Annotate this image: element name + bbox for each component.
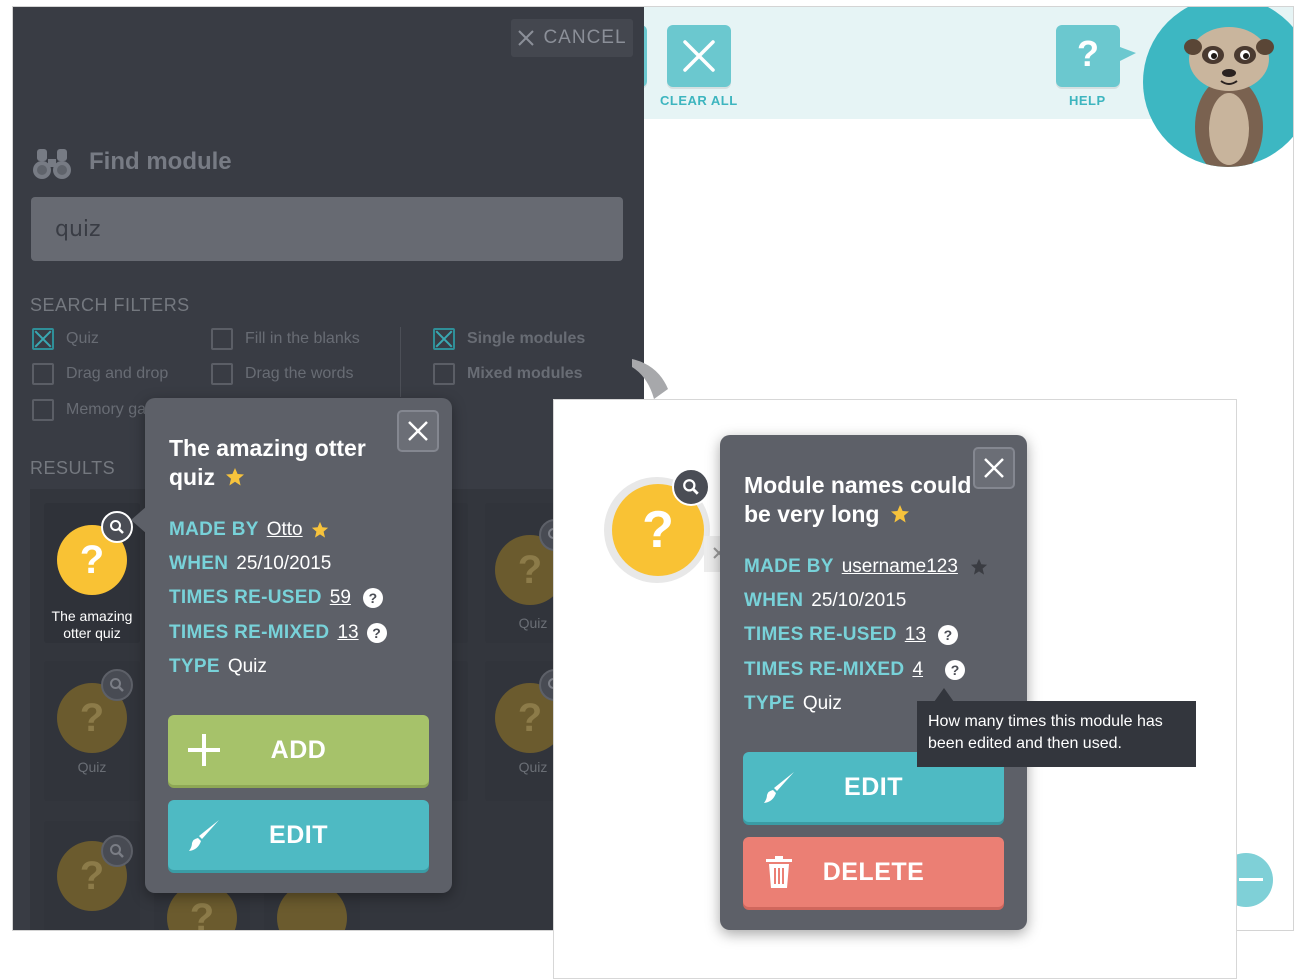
close-icon: [408, 421, 428, 441]
paintbrush-icon: [764, 772, 794, 803]
cancel-button[interactable]: CANCEL: [511, 19, 633, 57]
star-icon[interactable]: [890, 504, 910, 524]
trash-icon: [766, 856, 792, 888]
times-remixed-row: TIMES RE-MIXED 4 ?: [744, 659, 966, 681]
close-button[interactable]: [397, 410, 439, 452]
filter-single-modules[interactable]: Single modules: [433, 328, 585, 350]
checkbox[interactable]: [433, 363, 455, 385]
edit-button[interactable]: EDIT: [168, 800, 429, 870]
author-link[interactable]: Otto: [267, 519, 303, 541]
popup-title: Module names could be very long: [744, 472, 972, 527]
module-details-popup-2: Module names could be very long MADE BY …: [720, 435, 1027, 930]
filter-fill-in-the-blanks[interactable]: Fill in the blanks: [211, 328, 360, 350]
times-reused-row: TIMES RE-USED 13 ?: [744, 624, 958, 646]
magnifier-icon[interactable]: [101, 511, 133, 543]
popup-pointer: [131, 506, 147, 534]
results-heading: RESULTS: [30, 458, 116, 478]
checkbox[interactable]: [211, 363, 233, 385]
delete-button[interactable]: DELETE: [743, 837, 1004, 907]
popup-title: The amazing otter quiz: [169, 435, 366, 490]
star-icon: [311, 521, 328, 538]
star-icon: [970, 558, 988, 575]
help-question-icon: ?: [1077, 33, 1099, 74]
clear-all-button[interactable]: [667, 25, 731, 87]
close-icon: [984, 458, 1004, 478]
checkbox-checked[interactable]: [433, 328, 455, 350]
magnifier-icon[interactable]: [672, 468, 710, 506]
result-card-selected[interactable]: ? The amazing otter quiz: [44, 503, 140, 643]
author-link[interactable]: username123: [842, 556, 958, 578]
find-module-title: Find module: [89, 148, 232, 175]
times-reused-row: TIMES RE-USED 59 ?: [169, 587, 383, 609]
binoculars-icon: [33, 149, 71, 179]
filter-quiz[interactable]: Quiz: [32, 328, 99, 350]
times-remixed-row: TIMES RE-MIXED 13 ?: [169, 622, 387, 644]
filter-memory-game[interactable]: Memory ga: [32, 399, 146, 421]
checkbox-checked[interactable]: [32, 328, 54, 350]
cancel-label: CANCEL: [543, 27, 627, 48]
add-button[interactable]: ADD: [168, 715, 429, 785]
magnifier-icon[interactable]: [101, 835, 133, 867]
pointer-arrow-icon: [632, 359, 668, 399]
plus-icon: [188, 734, 220, 766]
checkbox[interactable]: [211, 328, 233, 350]
help-icon[interactable]: ?: [937, 625, 958, 645]
checkbox[interactable]: [32, 399, 54, 421]
when-row: WHEN 25/10/2015: [169, 553, 332, 574]
result-card[interactable]: ?: [44, 821, 140, 930]
type-row: TYPE Quiz: [744, 693, 842, 714]
made-by-row: MADE BY username123: [744, 556, 988, 578]
times-reused-link[interactable]: 59: [330, 587, 351, 609]
result-card-label: The amazing otter quiz: [51, 608, 133, 641]
filter-divider: [400, 327, 401, 397]
filter-drag-and-drop[interactable]: Drag and drop: [32, 363, 168, 385]
times-remixed-link[interactable]: 13: [337, 622, 358, 644]
help-icon[interactable]: ?: [366, 623, 387, 643]
times-reused-link[interactable]: 13: [905, 624, 926, 646]
close-icon: [683, 40, 715, 72]
tooltip-pointer: [934, 688, 954, 702]
search-filters-heading: SEARCH FILTERS: [30, 295, 190, 315]
type-row: TYPE Quiz: [169, 656, 267, 677]
result-card-label: Quiz: [77, 759, 107, 775]
times-remixed-link[interactable]: 4: [912, 659, 923, 681]
meerkat-icon: [1184, 27, 1274, 167]
close-button[interactable]: [973, 447, 1015, 489]
search-input[interactable]: [31, 197, 623, 261]
result-card[interactable]: ? Quiz: [44, 661, 140, 801]
meerkat-mascot-avatar: [1143, 7, 1293, 167]
module-details-popup: The amazing otter quiz MADE BY Otto WHEN…: [131, 398, 452, 893]
help-icon[interactable]: ?: [945, 660, 966, 680]
clear-all-label: CLEAR ALL: [660, 93, 738, 108]
checkbox[interactable]: [32, 363, 54, 385]
star-icon[interactable]: [225, 467, 245, 487]
when-row: WHEN 25/10/2015: [744, 590, 907, 611]
help-button[interactable]: ?: [1056, 25, 1136, 87]
close-icon: [518, 30, 535, 46]
filter-mixed-modules[interactable]: Mixed modules: [433, 363, 583, 385]
help-label: HELP: [1069, 93, 1106, 108]
paintbrush-icon: [189, 820, 219, 851]
magnifier-icon[interactable]: [101, 669, 133, 701]
help-tooltip: How many times this module has been edit…: [917, 701, 1196, 767]
filter-drag-the-words[interactable]: Drag the words: [211, 363, 354, 385]
help-icon[interactable]: ?: [362, 588, 383, 608]
made-by-row: MADE BY Otto: [169, 519, 329, 541]
